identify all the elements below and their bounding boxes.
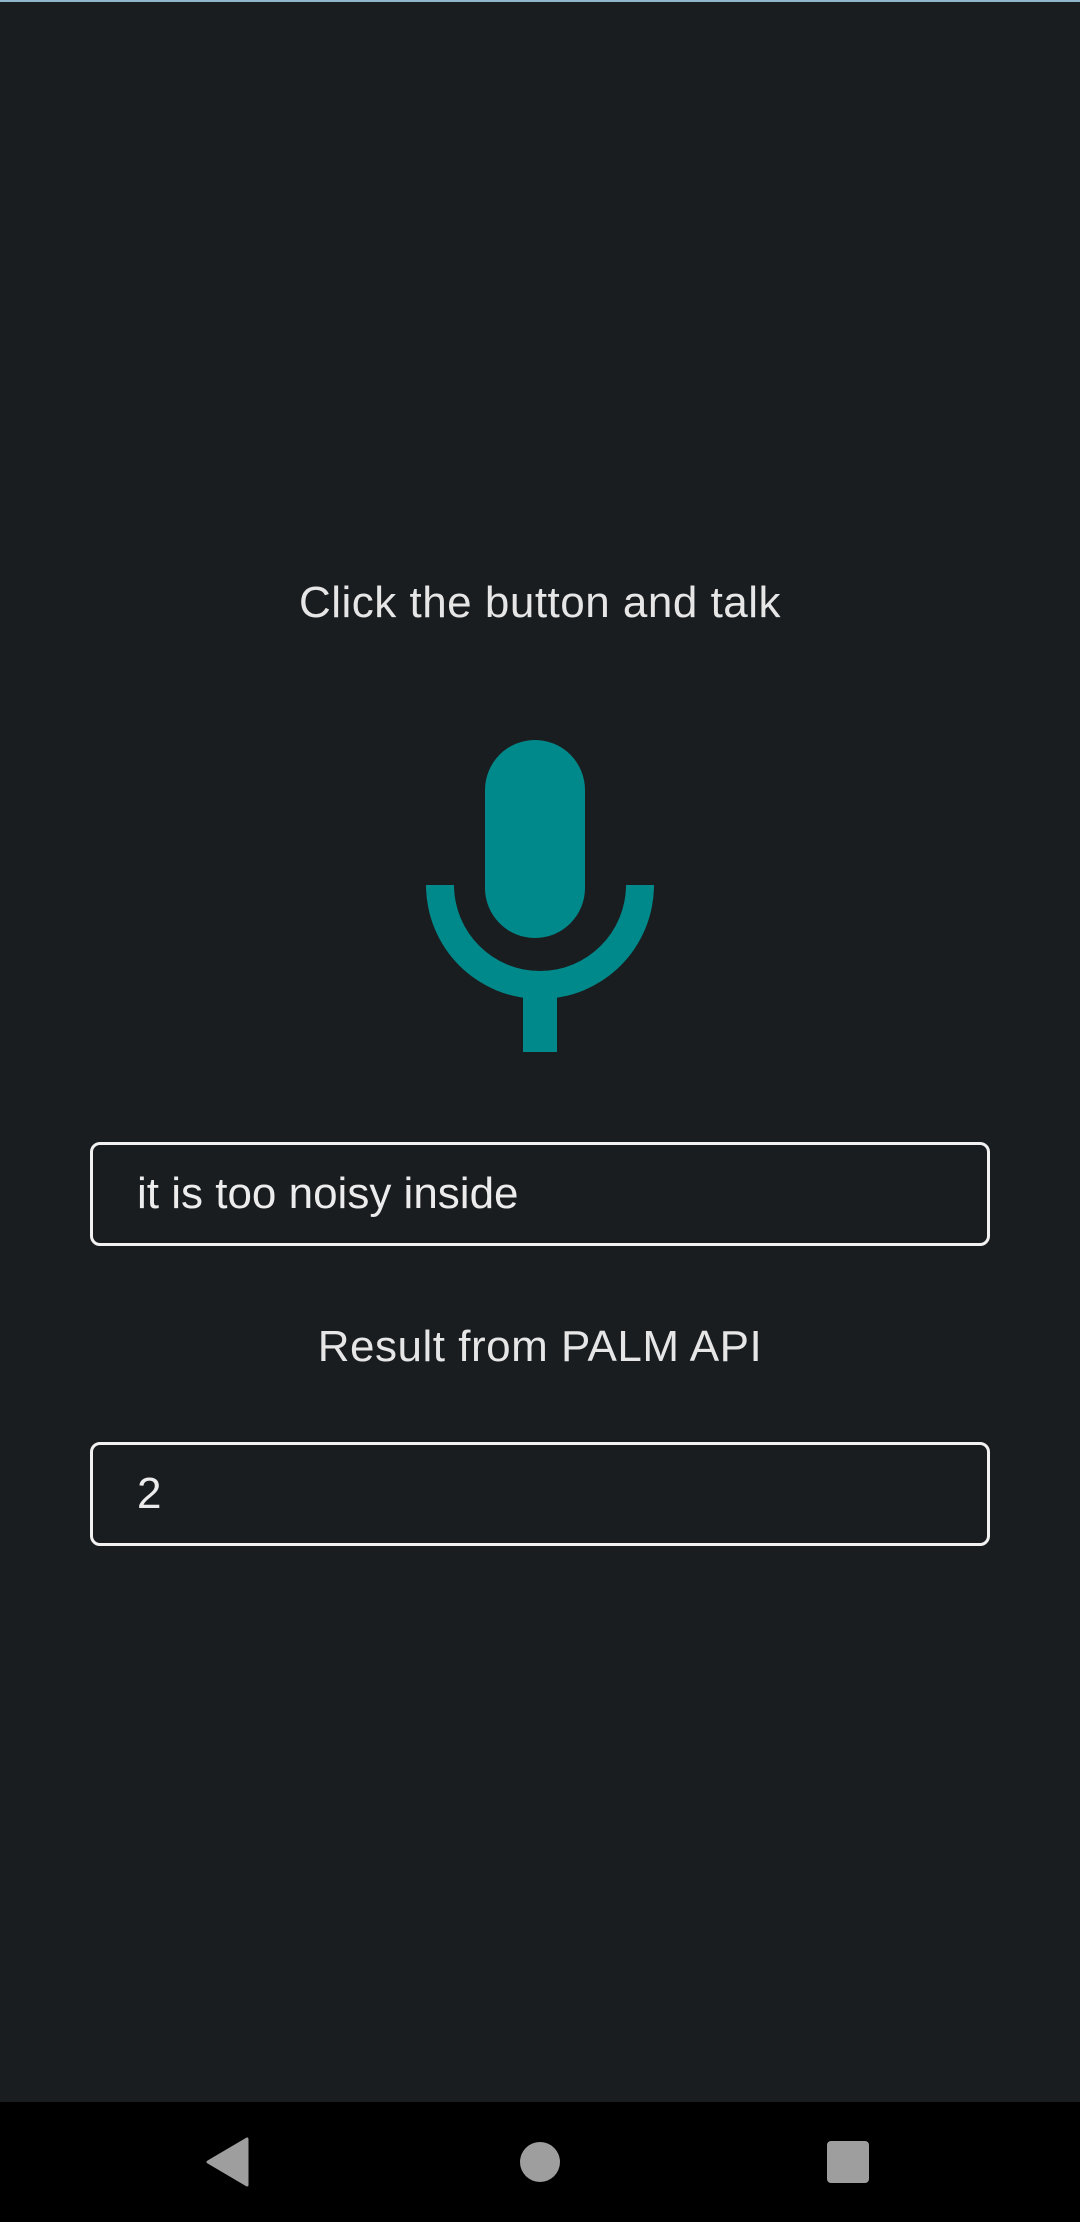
recents-button[interactable]: [818, 2132, 878, 2192]
home-button[interactable]: [510, 2132, 570, 2192]
speech-text-field[interactable]: it is too noisy inside: [90, 1142, 990, 1246]
home-circle-icon: [520, 2142, 560, 2182]
result-label: Result from PALM API: [317, 1322, 763, 1371]
back-button[interactable]: [198, 2132, 258, 2192]
recents-square-icon: [827, 2141, 869, 2183]
microphone-icon: [426, 740, 654, 1052]
instruction-text: Click the button and talk: [298, 578, 782, 627]
system-navigation-bar: [0, 2102, 1080, 2222]
result-value: 2: [137, 1469, 162, 1518]
status-divider: [0, 0, 1080, 2]
speech-text-value: it is too noisy inside: [137, 1169, 519, 1218]
result-field[interactable]: 2: [90, 1442, 990, 1546]
microphone-button[interactable]: [420, 735, 660, 1055]
back-triangle-icon: [206, 2137, 249, 2187]
